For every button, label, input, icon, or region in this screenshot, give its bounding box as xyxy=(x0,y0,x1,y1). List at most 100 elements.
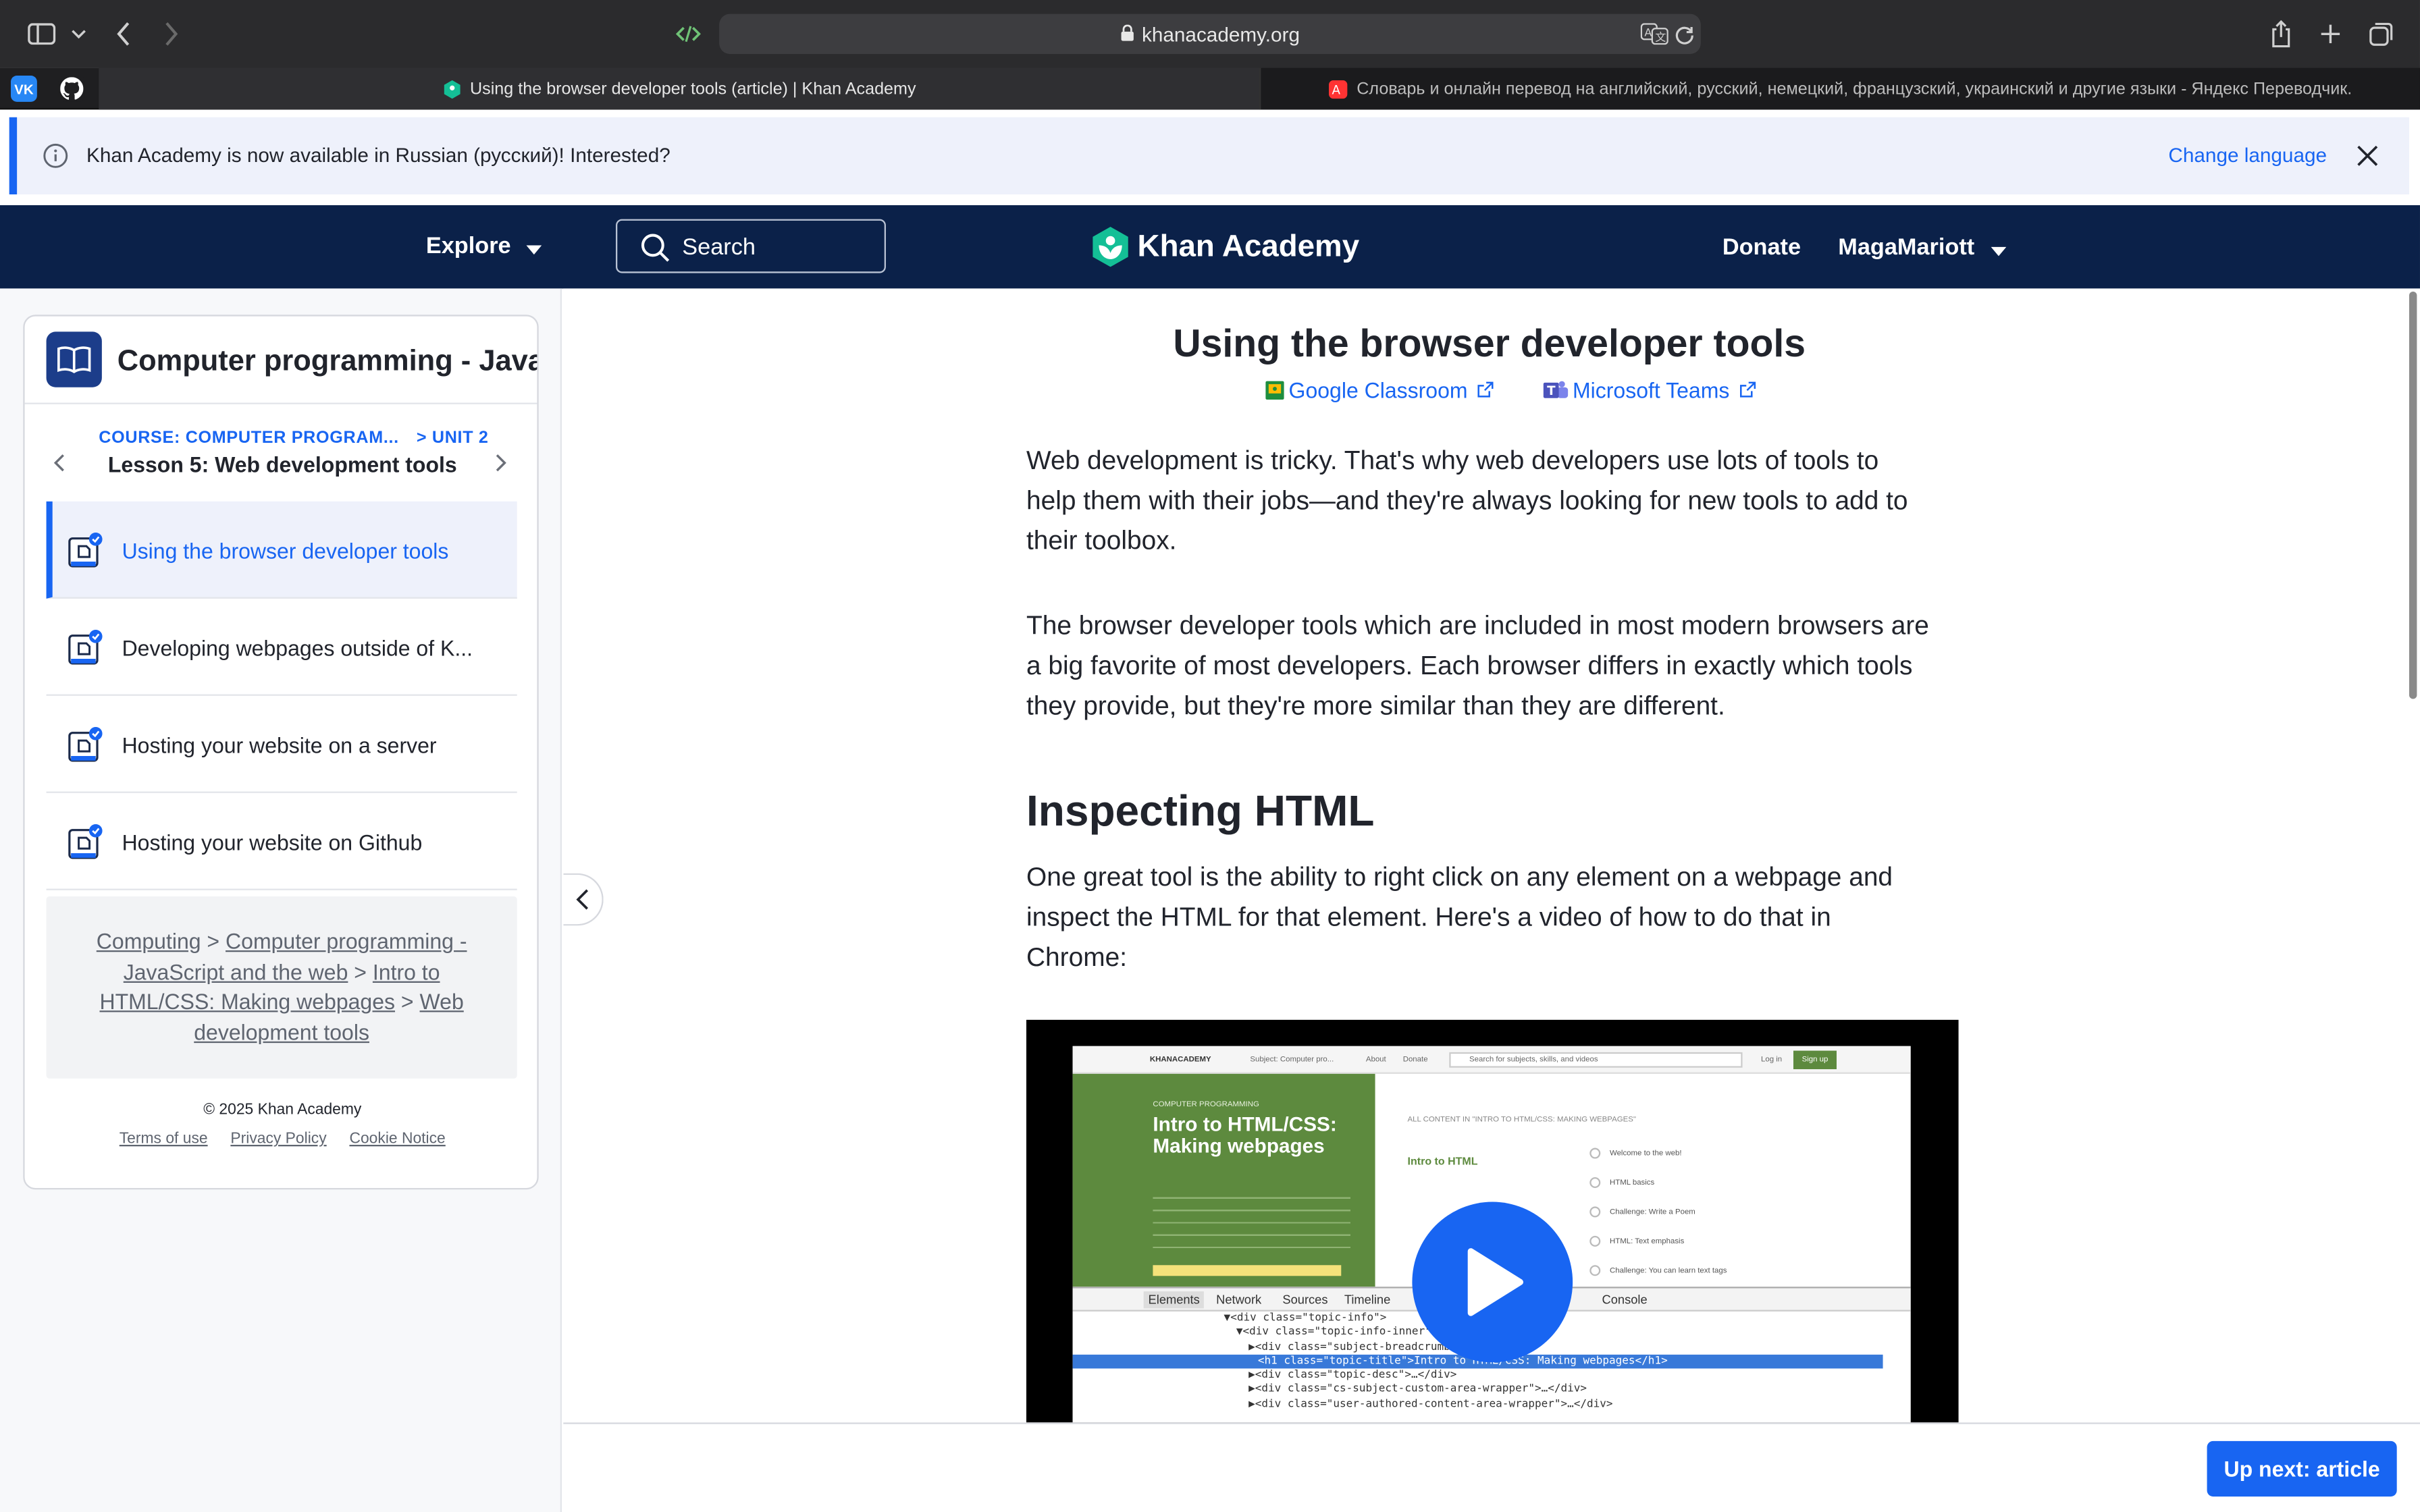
svg-text:T: T xyxy=(1547,384,1556,398)
tab-yandex-translate[interactable]: A Словарь и онлайн перевод на английский… xyxy=(1259,68,2420,110)
paragraph-line: inspect the HTML for that element. Here'… xyxy=(1026,902,1831,932)
lock-icon xyxy=(1120,22,1134,45)
article-complete-icon xyxy=(66,533,103,570)
cookie-notice-link[interactable]: Cookie Notice xyxy=(349,1131,445,1148)
thumb-step: Welcome to the web! xyxy=(1609,1149,1682,1159)
caret-down-icon xyxy=(1990,236,2006,262)
footer-links: Terms of use Privacy Policy Cookie Notic… xyxy=(25,1131,537,1148)
browser-toolbar: khanacademy.org A文 xyxy=(0,0,2420,68)
tab-title: Using the browser developer tools (artic… xyxy=(469,79,916,99)
chevron-down-icon[interactable] xyxy=(63,18,95,49)
article-complete-icon xyxy=(66,727,103,764)
back-icon[interactable] xyxy=(108,18,139,49)
unit-crumb-link[interactable]: > UNIT 2 xyxy=(417,429,489,447)
up-next-button[interactable]: Up next: article xyxy=(2207,1440,2397,1497)
thumb-description-lines xyxy=(1153,1191,1350,1253)
play-icon xyxy=(1467,1248,1523,1316)
paragraph-line: The browser developer tools which are in… xyxy=(1026,611,1929,641)
thumbnail-navbar: KHANACADEMY Subject: Computer pro... Abo… xyxy=(1072,1046,1911,1074)
paragraph-inspect: One great tool is the ability to right c… xyxy=(1026,858,1959,978)
breadcrumb-computing[interactable]: Computing xyxy=(97,929,201,954)
video-player[interactable]: KHANACADEMY Subject: Computer pro... Abo… xyxy=(1026,1019,1959,1423)
google-classroom-label: Google Classroom xyxy=(1288,377,1468,403)
language-banner: Khan Academy is now available in Russian… xyxy=(9,117,2409,194)
terms-link[interactable]: Terms of use xyxy=(120,1131,208,1148)
paragraph-line: Chrome: xyxy=(1026,942,1127,972)
play-button[interactable] xyxy=(1412,1202,1573,1363)
lesson-item-label: Using the browser developer tools xyxy=(122,538,449,564)
scrollbar[interactable] xyxy=(2406,288,2420,1423)
course-unit-breadcrumb: COURSE: COMPUTER PROGRAM... > UNIT 2 xyxy=(99,429,488,447)
khan-logo-icon xyxy=(1093,226,1128,267)
thumb-nav-text: About xyxy=(1365,1055,1386,1065)
search-button[interactable]: Search xyxy=(615,219,886,273)
yandex-translate-favicon: A xyxy=(1329,79,1348,99)
username: MagaMariott xyxy=(1838,234,1975,261)
pinned-tab-vk[interactable]: VK xyxy=(10,75,37,102)
external-link-icon xyxy=(1477,378,1494,403)
left-pane: Computer programming - JavaScr... COURSE… xyxy=(0,288,562,1512)
svg-text:文: 文 xyxy=(1655,31,1666,44)
thumb-nav-text: Log in xyxy=(1760,1055,1783,1065)
sidebar-toggle-icon[interactable] xyxy=(26,18,57,49)
microsoft-teams-share[interactable]: T Microsoft Teams xyxy=(1543,378,1756,403)
course-crumb-link[interactable]: COURSE: COMPUTER PROGRAM... xyxy=(99,429,399,447)
change-language-link[interactable]: Change language xyxy=(2168,144,2327,167)
explore-label: Explore xyxy=(425,233,511,259)
google-classroom-share[interactable]: Google Classroom xyxy=(1265,378,1494,403)
lesson-item-hosting-server[interactable]: Hosting your website on a server xyxy=(46,696,517,793)
url-text: khanacademy.org xyxy=(1141,22,1300,46)
paragraph-line: their toolbox. xyxy=(1026,526,1177,556)
thumbnail-hero: COMPUTER PROGRAMMING Intro to HTML/CSS: … xyxy=(1072,1073,1375,1287)
user-menu[interactable]: MagaMariott xyxy=(1838,234,2006,262)
article-complete-icon xyxy=(66,630,103,667)
svg-text:A: A xyxy=(1332,82,1341,97)
scrollbar-thumb[interactable] xyxy=(2409,291,2417,699)
lesson-item-hosting-github[interactable]: Hosting your website on Github xyxy=(46,793,517,890)
new-tab-icon[interactable] xyxy=(2315,18,2346,49)
book-icon xyxy=(46,331,102,387)
next-lesson-icon[interactable] xyxy=(496,452,517,477)
khan-favicon xyxy=(442,79,461,99)
donate-link[interactable]: Donate xyxy=(1722,234,1801,261)
paragraph-line: Web development is tricky. That's why we… xyxy=(1026,446,1879,475)
lesson-item-outside-khan[interactable]: Developing webpages outside of K... xyxy=(46,599,517,696)
explore-menu[interactable]: Explore xyxy=(426,233,542,260)
paragraph-devtools: The browser developer tools which are in… xyxy=(1026,606,1959,726)
translate-icon[interactable]: A文 xyxy=(1639,18,1670,49)
lesson-item-browser-devtools[interactable]: Using the browser developer tools xyxy=(46,501,517,599)
svg-text:A: A xyxy=(1644,26,1652,39)
course-header[interactable]: Computer programming - JavaScr... xyxy=(24,317,537,404)
tab-title: Словарь и онлайн перевод на английский, … xyxy=(1357,79,2352,99)
search-icon xyxy=(641,233,670,262)
chevron-left-icon xyxy=(576,889,589,910)
caret-down-icon xyxy=(526,234,542,260)
thumb-nav-text: Donate xyxy=(1402,1055,1428,1065)
tab-overview-icon[interactable] xyxy=(2366,18,2397,49)
tab-khan-academy[interactable]: Using the browser developer tools (artic… xyxy=(99,68,1260,110)
close-icon[interactable] xyxy=(2357,145,2378,167)
share-icon[interactable] xyxy=(2265,18,2296,49)
thumb-heading: Intro to HTML/CSS: Making webpages xyxy=(1153,1113,1336,1157)
paragraph-line: One great tool is the ability to right c… xyxy=(1026,862,1893,892)
devtools-tab: Network xyxy=(1216,1293,1262,1307)
devtools-tab: Console xyxy=(1602,1293,1648,1307)
privacy-link[interactable]: Privacy Policy xyxy=(230,1131,326,1148)
paragraph-intro: Web development is tricky. That's why we… xyxy=(1026,441,1959,562)
address-bar[interactable]: khanacademy.org xyxy=(719,14,1701,54)
vk-icon: VK xyxy=(14,80,34,97)
thumb-step: Challenge: You can learn text tags xyxy=(1609,1266,1727,1276)
share-row: Google Classroom T Microsoft Teams xyxy=(1265,378,1805,403)
forward-icon[interactable] xyxy=(156,18,187,49)
lesson-item-label: Hosting your website on Github xyxy=(122,830,423,855)
thumb-course-label: COMPUTER PROGRAMMING xyxy=(1153,1100,1259,1110)
copyright: © 2025 Khan Academy xyxy=(203,1101,362,1119)
developer-icon[interactable] xyxy=(673,18,704,49)
bottom-bar: Up next: article xyxy=(563,1422,2420,1512)
pinned-tab-github[interactable] xyxy=(58,75,85,102)
thumb-all-content: ALL CONTENT IN "INTRO TO HTML/CSS: MAKIN… xyxy=(1407,1115,1636,1125)
reload-icon[interactable] xyxy=(1668,18,1700,49)
lesson-item-label: Hosting your website on a server xyxy=(122,732,437,758)
article-content: Using the browser developer tools Google… xyxy=(563,288,2406,1423)
khan-academy-logo[interactable]: Khan Academy xyxy=(1093,226,1359,267)
